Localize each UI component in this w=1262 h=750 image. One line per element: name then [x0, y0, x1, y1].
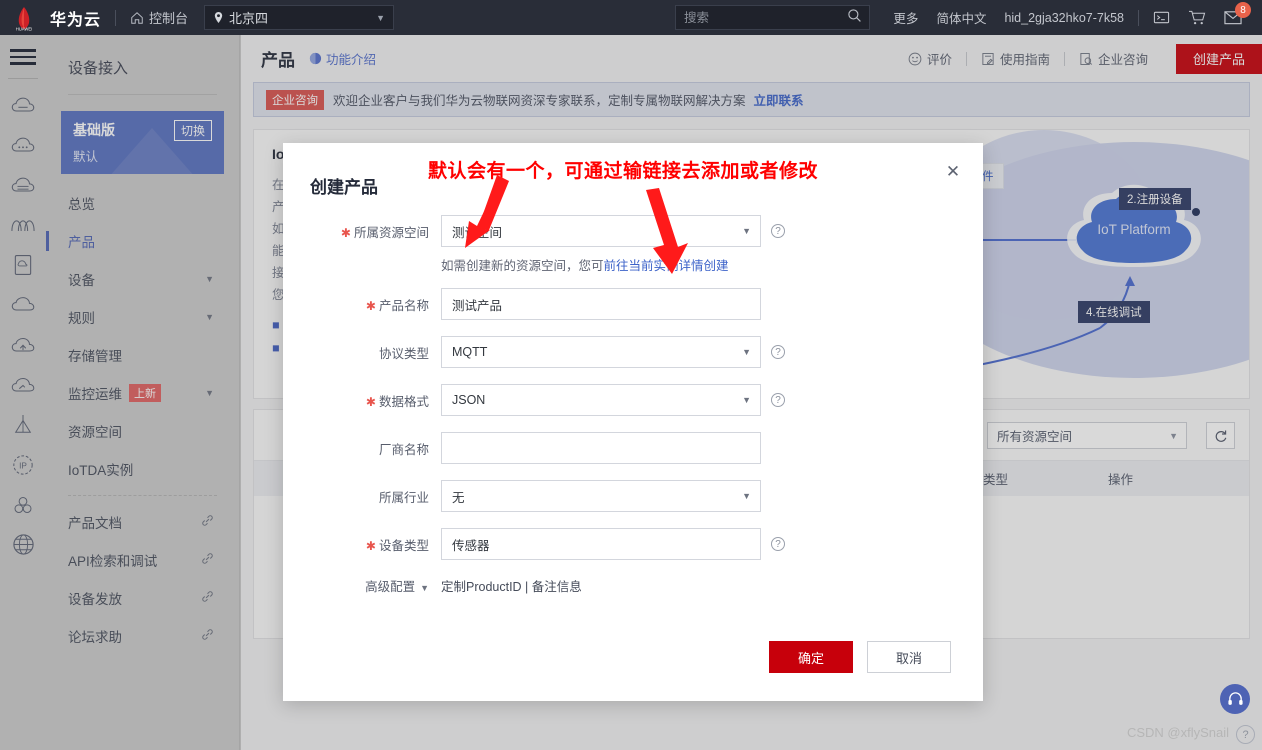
advanced-config-toggle[interactable]: 高级配置 ▼: [283, 576, 441, 595]
more-menu[interactable]: 更多: [893, 8, 918, 27]
resource-space-select[interactable]: 测试空间 ▼: [441, 215, 761, 247]
field-label-product-name: ✱ 产品名称: [365, 298, 429, 313]
chevron-down-icon: ▼: [742, 347, 751, 357]
huawei-logo-icon[interactable]: HUAWEI: [0, 0, 48, 35]
field-row-industry: 所属行业 无 ▼: [283, 480, 983, 512]
region-selector[interactable]: 北京四 ▼: [204, 5, 395, 30]
csdn-watermark: CSDN @xflySnail: [1126, 725, 1229, 740]
chevron-down-icon: ▼: [376, 12, 386, 23]
required-marker: ✱: [365, 394, 376, 409]
search-input[interactable]: [684, 10, 844, 25]
advanced-config-value[interactable]: 定制ProductID | 备注信息: [441, 576, 582, 595]
chevron-down-icon: ▼: [420, 583, 429, 593]
field-label-resource-space: ✱ 所属资源空间: [340, 225, 429, 240]
protocol-type-select[interactable]: MQTT ▼: [441, 336, 761, 368]
question-fab-button[interactable]: ?: [1236, 725, 1255, 744]
create-product-dialog: 创建产品 ✕ ✱ 所属资源空间 测试空间 ▼ ? 如需创建新的资源空间，您可前往当…: [283, 143, 983, 701]
cancel-button[interactable]: 取消: [867, 641, 951, 673]
required-marker: ✱: [365, 538, 376, 553]
hint-link[interactable]: 前往当前实例详情创建: [604, 259, 729, 273]
field-row-resource-space: ✱ 所属资源空间 测试空间 ▼ ?: [283, 215, 983, 247]
confirm-button[interactable]: 确定: [769, 641, 853, 673]
support-fab-button[interactable]: [1220, 684, 1250, 714]
chevron-down-icon: ▼: [742, 491, 751, 501]
topbar-divider-2: [1138, 9, 1139, 26]
chevron-down-icon: ▼: [742, 226, 751, 236]
field-row-product-name: ✱ 产品名称 测试产品: [283, 288, 983, 320]
product-name-input[interactable]: 测试产品: [441, 288, 761, 320]
field-label-data-format: ✱ 数据格式: [365, 394, 429, 409]
required-marker: ✱: [340, 225, 351, 240]
device-type-input[interactable]: 传感器: [441, 528, 761, 560]
mail-icon[interactable]: 8: [1224, 2, 1251, 25]
required-marker: ✱: [365, 298, 376, 313]
field-row-manufacturer: 厂商名称: [283, 432, 983, 464]
topbar-divider: [115, 9, 117, 26]
console-link[interactable]: 控制台: [130, 8, 188, 27]
protocol-type-value: MQTT: [452, 345, 488, 359]
shopping-cart-icon[interactable]: [1188, 9, 1206, 26]
field-label-industry: 所属行业: [378, 490, 429, 505]
dialog-title: 创建产品: [310, 178, 378, 197]
help-icon[interactable]: ?: [771, 393, 785, 407]
location-pin-icon: [214, 12, 223, 23]
field-label-protocol-type: 协议类型: [378, 346, 429, 361]
data-format-select[interactable]: JSON ▼: [441, 384, 761, 416]
region-label: 北京四: [229, 11, 269, 26]
help-icon[interactable]: ?: [771, 224, 785, 238]
field-row-data-format: ✱ 数据格式 JSON ▼ ?: [283, 384, 983, 416]
resource-space-value: 测试空间: [452, 225, 503, 240]
field-row-device-type: ✱ 设备类型 传感器 ?: [283, 528, 983, 560]
app-root: HUAWEI 华为云 控制台 北京四 ▼ 更多 简体中文 hid_2gja32h…: [0, 0, 1262, 750]
global-topbar: HUAWEI 华为云 控制台 北京四 ▼ 更多 简体中文 hid_2gja32h…: [0, 0, 1262, 35]
chevron-down-icon: ▼: [742, 395, 751, 405]
home-icon: [131, 11, 143, 24]
mail-badge: 8: [1235, 2, 1251, 18]
brand-name: 华为云: [50, 11, 102, 29]
device-type-value: 传感器: [452, 538, 490, 553]
terminal-icon[interactable]: [1153, 9, 1170, 26]
help-icon[interactable]: ?: [771, 345, 785, 359]
help-icon[interactable]: ?: [771, 537, 785, 551]
annotation-text: 默认会有一个，可通过输链接去添加或者修改: [428, 161, 819, 182]
hint-text: 如需创建新的资源空间，您可: [441, 259, 604, 273]
data-format-value: JSON: [452, 393, 486, 407]
topbar-right-group: 更多 简体中文 hid_2gja32hko7-7k58 8: [893, 0, 1262, 35]
field-label-device-type: ✱ 设备类型: [365, 538, 429, 553]
resource-space-hint: 如需创建新的资源空间，您可前往当前实例详情创建: [441, 255, 983, 274]
global-search[interactable]: [675, 5, 870, 30]
console-label: 控制台: [149, 11, 189, 26]
dialog-footer: 确定 取消: [769, 641, 951, 673]
search-icon[interactable]: [847, 8, 862, 28]
industry-value: 无: [452, 490, 465, 505]
advanced-config-row: 高级配置 ▼ 定制ProductID | 备注信息: [283, 576, 983, 595]
field-label-manufacturer: 厂商名称: [378, 442, 429, 457]
manufacturer-input[interactable]: [441, 432, 761, 464]
language-selector[interactable]: 简体中文: [936, 8, 986, 27]
field-row-protocol-type: 协议类型 MQTT ▼ ?: [283, 336, 983, 368]
account-id[interactable]: hid_2gja32hko7-7k58: [1004, 11, 1124, 25]
create-product-form: ✱ 所属资源空间 测试空间 ▼ ? 如需创建新的资源空间，您可前往当前实例详情创建…: [283, 215, 983, 595]
svg-text:HUAWEI: HUAWEI: [16, 26, 33, 31]
industry-select[interactable]: 无 ▼: [441, 480, 761, 512]
headset-icon: [1227, 691, 1243, 705]
product-name-value: 测试产品: [452, 298, 503, 313]
close-icon[interactable]: ✕: [941, 160, 965, 184]
